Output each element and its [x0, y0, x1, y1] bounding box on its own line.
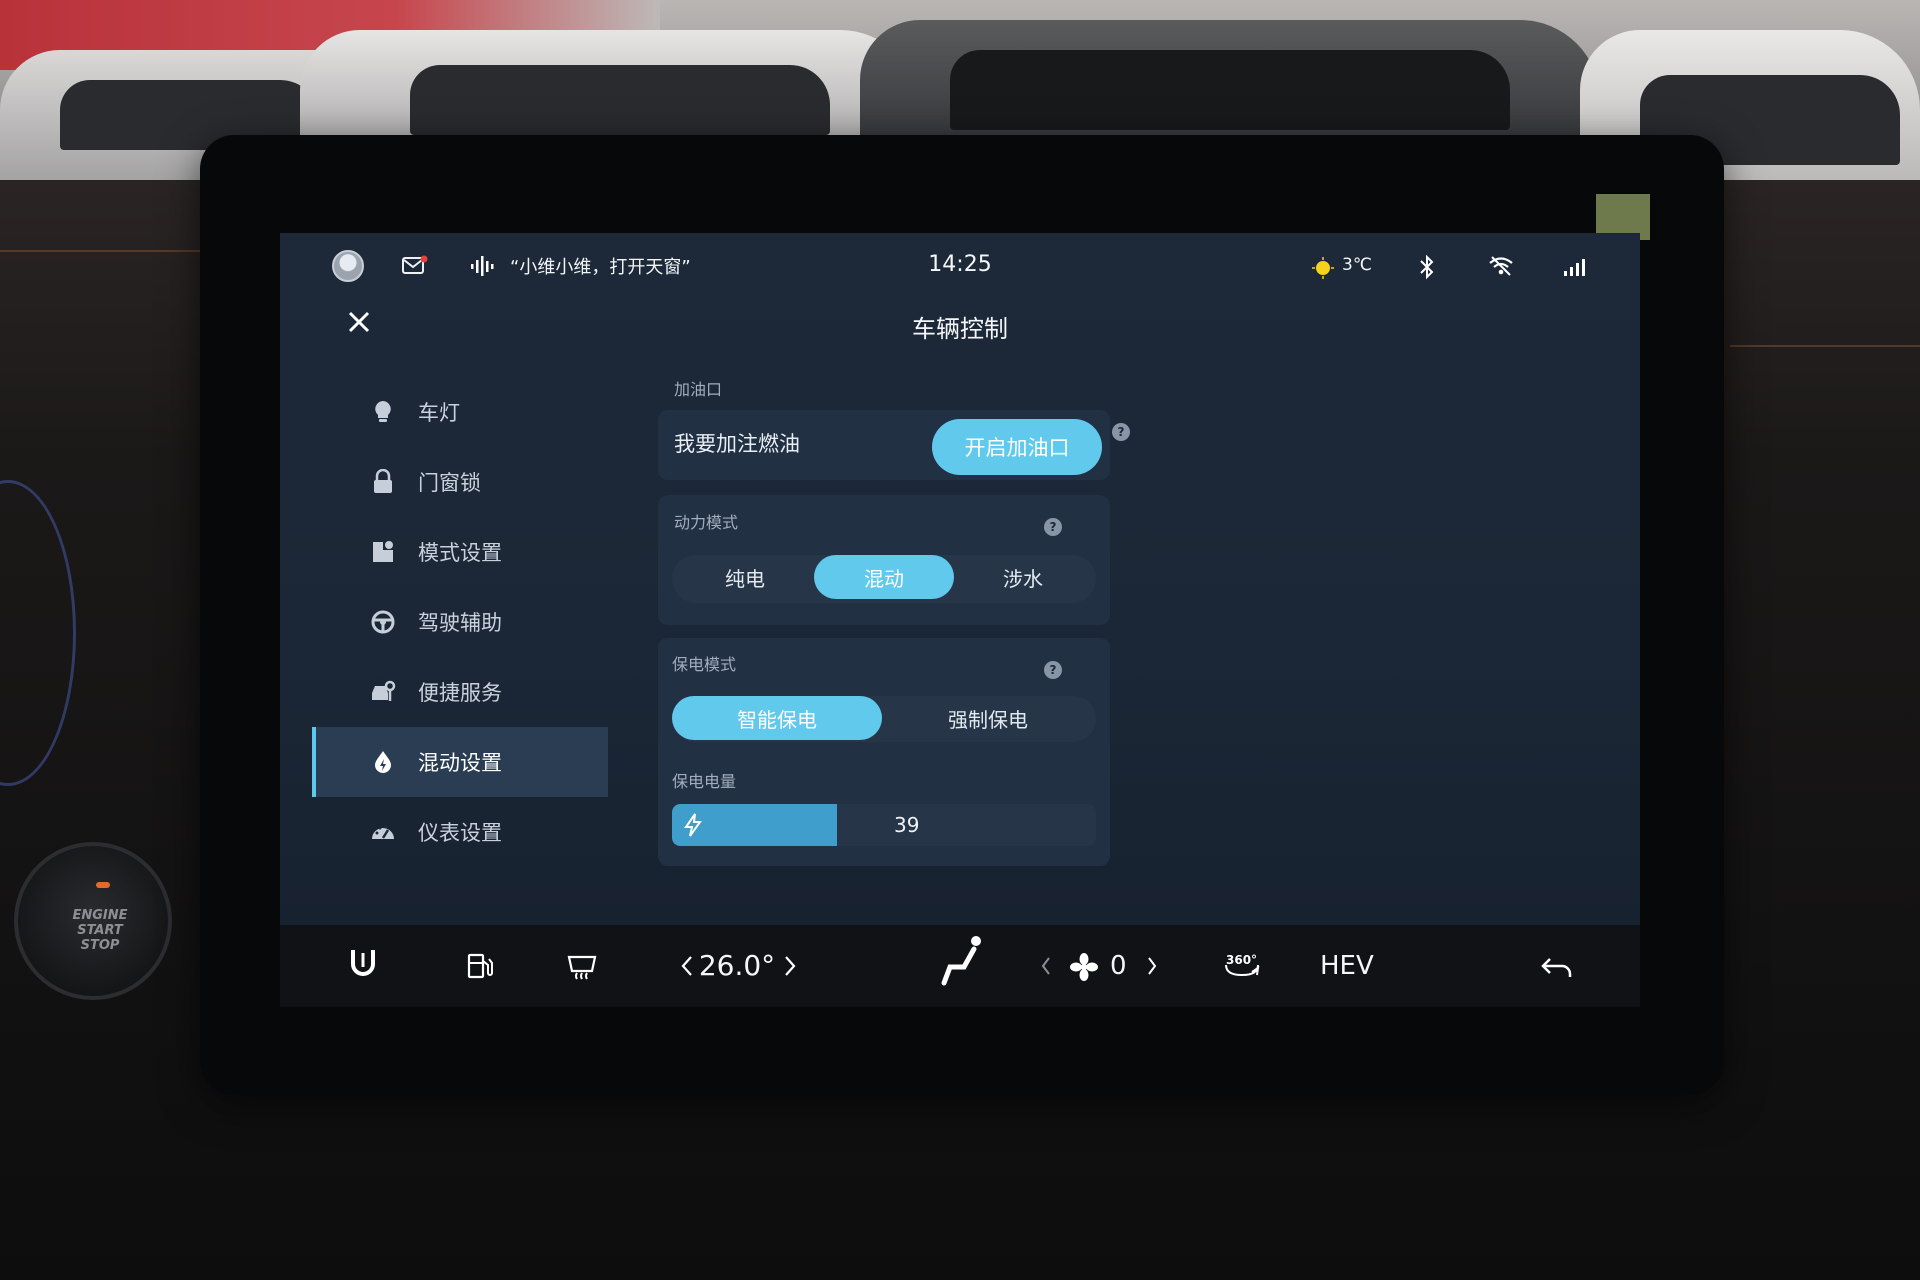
sidebar-item-gauge-settings[interactable]: 仪表设置: [312, 797, 608, 867]
help-icon[interactable]: ?: [1044, 518, 1062, 536]
power-mode-option-wading[interactable]: 涉水: [954, 555, 1092, 599]
fan-icon[interactable]: [1070, 953, 1098, 981]
page-title: 车辆控制: [912, 315, 1008, 343]
sidebar-item-driving-assist[interactable]: 驾驶辅助: [312, 587, 608, 657]
sidebar-item-label: 门窗锁: [418, 471, 481, 495]
fuel-pump-icon[interactable]: [466, 951, 496, 981]
help-icon[interactable]: ?: [1044, 661, 1062, 679]
dash-trim: [1730, 345, 1920, 347]
camera-360-label: 360°: [1226, 953, 1258, 967]
service-icon: [372, 680, 396, 701]
chevron-left-icon[interactable]: [1040, 956, 1052, 976]
sidebar-item-label: 模式设置: [418, 541, 502, 565]
gauge-icon: [372, 825, 394, 839]
sidebar-item-mode-settings[interactable]: 模式设置: [312, 517, 608, 587]
fuel-port-text: 我要加注燃油: [674, 432, 800, 456]
open-fuel-port-button[interactable]: 开启加油口: [932, 419, 1102, 475]
sidebar-item-label: 驾驶辅助: [418, 611, 502, 635]
rear-defrost-icon[interactable]: [566, 951, 598, 981]
battery-level-slider[interactable]: [672, 804, 1096, 846]
sidebar-item-hybrid-settings[interactable]: 混动设置: [312, 727, 608, 797]
shield-u-icon[interactable]: [350, 947, 376, 979]
battery-level-label: 保电电量: [672, 772, 737, 791]
seat-icon[interactable]: [940, 933, 986, 989]
sidebar-item-door-lock[interactable]: 门窗锁: [312, 447, 608, 517]
power-mode-section-label: 动力模式: [674, 513, 739, 532]
hev-mode-label[interactable]: HEV: [1320, 951, 1374, 981]
outside-temperature: 3℃: [1342, 255, 1372, 275]
lock-icon: [374, 469, 392, 493]
battery-save-section-label: 保电模式: [672, 655, 737, 674]
engine-start-button: ENGINE START STOP: [14, 842, 172, 1000]
battery-save-option-forced[interactable]: 强制保电: [882, 696, 1094, 740]
back-icon[interactable]: [1540, 955, 1574, 981]
hybrid-drop-icon: [375, 751, 391, 773]
battery-level-value: 39: [894, 813, 920, 837]
lightning-icon: [684, 813, 702, 837]
sidebar-item-label: 车灯: [418, 401, 460, 425]
battery-save-option-smart[interactable]: 智能保电: [672, 696, 882, 740]
bluetooth-icon: [1420, 254, 1434, 280]
sidebar-item-label: 混动设置: [418, 751, 502, 775]
chevron-right-icon[interactable]: [1146, 956, 1158, 976]
infotainment-screen: “小维小维，打开天窗” 14:25 3℃ 车辆控制 车灯 门窗锁 模式设置 驾驶…: [280, 233, 1640, 925]
camera-360-icon[interactable]: 360°: [1222, 949, 1262, 981]
chevron-right-icon[interactable]: [783, 954, 797, 978]
sidebar-item-lights[interactable]: 车灯: [312, 377, 608, 447]
wifi-icon: [1489, 256, 1513, 276]
mode-icon: [373, 541, 393, 562]
help-icon[interactable]: ?: [1112, 423, 1130, 441]
sidebar-item-label: 仪表设置: [418, 821, 502, 845]
power-mode-option-hybrid[interactable]: 混动: [814, 555, 954, 599]
fuel-port-section-label: 加油口: [674, 380, 723, 399]
fan-level: 0: [1110, 951, 1127, 981]
cabin-temperature: 26.0°: [698, 949, 776, 982]
signal-icon: [1564, 259, 1585, 276]
bottom-dock: 26.0° 0 360° HEV: [280, 925, 1640, 1007]
power-mode-option-ev[interactable]: 纯电: [676, 555, 814, 599]
sidebar-item-services[interactable]: 便捷服务: [312, 657, 608, 727]
sun-icon: [1312, 257, 1334, 279]
sidebar-item-label: 便捷服务: [418, 681, 502, 705]
dash-trim: [0, 250, 200, 252]
light-bulb-icon: [375, 401, 391, 422]
steering-wheel-icon: [371, 610, 395, 634]
